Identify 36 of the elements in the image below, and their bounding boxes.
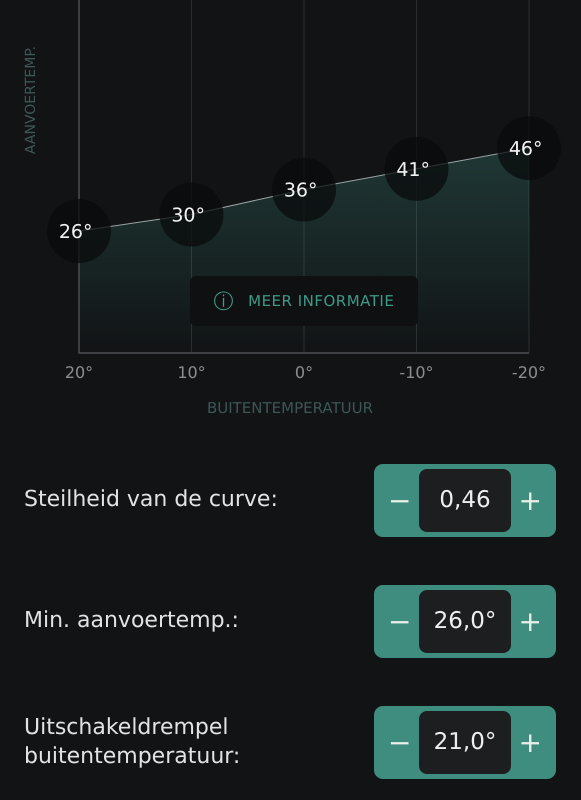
- degree-unit: °: [308, 180, 318, 202]
- x-tick-label: -10°: [399, 363, 434, 382]
- minus-button[interactable]: −: [381, 728, 419, 756]
- more-info-button[interactable]: ⓘ MEER INFORMATIE: [190, 276, 418, 326]
- plus-button[interactable]: +: [511, 486, 549, 514]
- minus-button[interactable]: −: [381, 608, 419, 636]
- data-label: 36: [284, 180, 308, 202]
- data-point: [160, 182, 224, 246]
- x-tick-label: -20°: [512, 363, 546, 382]
- y-axis-title: AANVOERTEMP.: [23, 46, 39, 154]
- x-axis-title: BUITENTEMPERATUUR: [206, 399, 374, 417]
- x-tick-label: 10°: [177, 363, 206, 382]
- degree-unit: °: [533, 138, 542, 160]
- setting-label: Uitschakeldrempel buitentemperatuur:: [24, 714, 242, 770]
- data-point: [497, 116, 561, 180]
- data-label: 26: [58, 221, 83, 244]
- data-label: 41: [396, 158, 420, 181]
- value-field[interactable]: 26,0°: [418, 590, 512, 653]
- x-tick-label: 20°: [64, 363, 94, 382]
- setting-label: Min. aanvoertemp.:: [24, 607, 239, 636]
- data-point: [47, 199, 111, 264]
- plus-button[interactable]: +: [511, 608, 549, 636]
- data-label: 30: [171, 204, 196, 226]
- value-field[interactable]: 0,46: [418, 469, 512, 532]
- setting-label: Steilheid van de curve:: [24, 486, 278, 514]
- info-icon: ⓘ: [214, 291, 234, 311]
- degree-unit: °: [196, 204, 205, 226]
- plus-button[interactable]: +: [511, 728, 549, 756]
- degree-unit: °: [83, 221, 92, 244]
- data-point: [384, 136, 448, 201]
- value-field[interactable]: 21,0°: [418, 711, 512, 774]
- minus-button[interactable]: −: [381, 486, 419, 514]
- x-tick-label: 0°: [294, 363, 314, 382]
- degree-unit: °: [420, 158, 430, 181]
- data-label: 46: [508, 138, 533, 160]
- data-point: [272, 158, 336, 222]
